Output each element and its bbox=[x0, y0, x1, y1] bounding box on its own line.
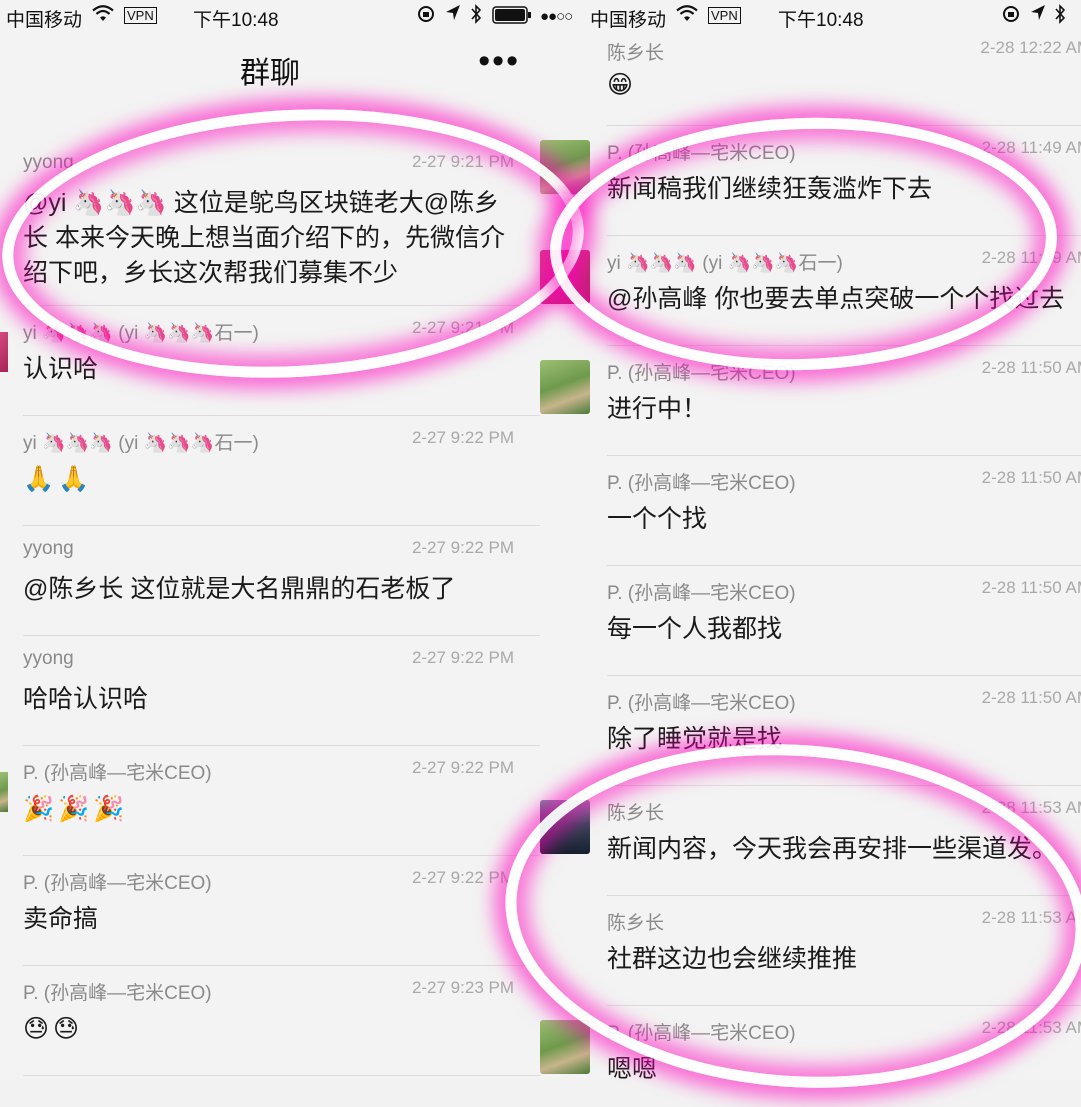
message-text: 😁 bbox=[607, 71, 638, 99]
message-text: 新闻稿我们继续狂轰滥炸下去 bbox=[607, 175, 933, 203]
clock: 下午10:48 bbox=[193, 10, 279, 31]
carrier-label: 中国移动 bbox=[6, 10, 83, 31]
message-sender: P. (孙高峰—宅米CEO) bbox=[607, 143, 796, 164]
message-time: 2-27 9:22 PM bbox=[411, 758, 514, 777]
message-text: 哈哈认识哈 bbox=[23, 685, 149, 713]
divider bbox=[23, 1075, 540, 1076]
message-time: 2-28 11:50 AM bbox=[981, 688, 1081, 707]
wifi-icon bbox=[92, 5, 114, 29]
page-title: 群聊 bbox=[240, 57, 300, 90]
avatar[interactable] bbox=[540, 800, 590, 854]
avatar[interactable] bbox=[540, 250, 590, 304]
message-text: 🙏🙏 bbox=[23, 465, 94, 493]
message-sender: yyong bbox=[23, 648, 74, 669]
message-time: 2-28 11:50 AM bbox=[981, 578, 1081, 597]
message-item[interactable]: P. (孙高峰—宅米CEO) 2-28 11:50 AM 每一个人我都找 bbox=[540, 566, 1081, 676]
message-sender: 陈乡长 bbox=[607, 803, 665, 824]
message-text: 社群这边也会继续推推 bbox=[607, 945, 858, 973]
vpn-badge: VPN bbox=[124, 7, 157, 24]
message-text: 认识哈 bbox=[23, 355, 99, 383]
message-time: 2-28 11:50 AM bbox=[981, 468, 1081, 487]
bluetooth-icon bbox=[470, 4, 482, 30]
message-item[interactable]: P. (孙高峰—宅米CEO) 2-28 11:50 AM 除了睡觉就是找 bbox=[540, 676, 1081, 786]
message-text: @孙高峰 你也要去单点突破一个个找过去 bbox=[607, 285, 1065, 313]
message-text: 卖命搞 bbox=[23, 905, 99, 933]
message-sender: P. (孙高峰—宅米CEO) bbox=[607, 1023, 796, 1044]
message-text: 🎉🎉🎉 bbox=[23, 795, 129, 823]
message-time: 2-28 11:53 AM bbox=[981, 908, 1081, 927]
avatar[interactable] bbox=[540, 1020, 590, 1074]
message-sender: 陈乡长 bbox=[607, 43, 665, 64]
message-sender: P. (孙高峰—宅米CEO) bbox=[607, 583, 796, 604]
message-item[interactable]: P. (孙高峰—宅米CEO) 2-27 9:22 PM 🎉🎉🎉 bbox=[0, 746, 540, 856]
message-item[interactable]: yi 🦄🦄🦄 (yi 🦄🦄🦄石一) 2-27 9:21 PM 认识哈 bbox=[0, 306, 540, 416]
message-time: 2-27 9:23 PM bbox=[411, 978, 514, 997]
message-item[interactable]: yyong 2-27 9:22 PM 哈哈认识哈 bbox=[0, 636, 540, 746]
left-chat-screenshot: 中国移动 VPN 下午10:48 群聊 ••• yyong 2-27 9:21 … bbox=[0, 0, 540, 1079]
more-options-icon[interactable]: ••• bbox=[478, 42, 520, 81]
message-text: 嗯嗯 bbox=[607, 1055, 658, 1079]
lock-rotation-icon bbox=[417, 4, 435, 30]
message-sender: yi 🦄🦄🦄 (yi 🦄🦄🦄石一) bbox=[23, 433, 259, 454]
avatar[interactable] bbox=[540, 360, 590, 414]
avatar[interactable] bbox=[0, 772, 8, 812]
message-time: 2-28 11:50 AM bbox=[981, 358, 1081, 377]
message-sender: P. (孙高峰—宅米CEO) bbox=[23, 873, 212, 894]
message-time: 2-27 9:22 PM bbox=[411, 648, 514, 667]
message-time: 2-27 9:21 PM bbox=[411, 152, 514, 171]
message-sender: 陈乡长 bbox=[607, 913, 665, 934]
message-item[interactable]: yyong 2-27 9:22 PM @陈乡长 这位就是大名鼎鼎的石老板了 bbox=[0, 526, 540, 636]
status-bar: 中国移动 VPN 下午10:48 bbox=[0, 0, 540, 34]
message-item[interactable]: P. (孙高峰—宅米CEO) 2-28 11:49 AM 新闻稿我们继续狂轰滥炸… bbox=[540, 126, 1081, 236]
message-sender: yyong bbox=[23, 538, 74, 559]
message-text: 进行中！ bbox=[607, 395, 708, 423]
message-list: yyong 2-27 9:21 PM @yi 🦄🦄🦄 这位是鸵鸟区块链老大@陈乡… bbox=[0, 140, 540, 1076]
message-sender: P. (孙高峰—宅米CEO) bbox=[23, 763, 212, 784]
message-item[interactable]: yyong 2-27 9:21 PM @yi 🦄🦄🦄 这位是鸵鸟区块链老大@陈乡… bbox=[0, 140, 540, 306]
message-text: 😓😓 bbox=[23, 1015, 84, 1043]
message-time: 2-27 9:22 PM bbox=[411, 538, 514, 557]
message-item[interactable]: 陈乡长 2-28 11:53 AM 社群这边也会继续推推 bbox=[540, 896, 1081, 1006]
message-text: 新闻内容，今天我会再安排一些渠道发。 bbox=[607, 835, 1058, 863]
message-item[interactable]: yi 🦄🦄🦄 (yi 🦄🦄🦄石一) 2-28 11:49 AM @孙高峰 你也要… bbox=[540, 236, 1081, 346]
message-sender: yi 🦄🦄🦄 (yi 🦄🦄🦄石一) bbox=[23, 323, 259, 344]
message-item[interactable]: 陈乡长 2-28 12:22 AM 😁 bbox=[540, 16, 1081, 126]
message-text: 除了睡觉就是找 bbox=[607, 725, 783, 753]
avatar[interactable] bbox=[540, 140, 590, 194]
message-text: 每一个人我都找 bbox=[607, 615, 783, 643]
message-item[interactable]: 陈乡长 2-28 11:53 AM 新闻内容，今天我会再安排一些渠道发。 bbox=[540, 786, 1081, 896]
location-icon bbox=[445, 4, 461, 28]
battery-icon bbox=[492, 6, 532, 30]
message-text: @yi 🦄🦄🦄 这位是鸵鸟区块链老大@陈乡长 本来今天晚上想当面介绍下的，先微信… bbox=[23, 189, 505, 287]
message-item[interactable]: P. (孙高峰—宅米CEO) 2-28 11:53 AM 嗯嗯 bbox=[540, 1006, 1081, 1079]
message-item[interactable]: P. (孙高峰—宅米CEO) 2-28 11:50 AM 一个个找 bbox=[540, 456, 1081, 566]
message-text: 一个个找 bbox=[607, 505, 708, 533]
message-time: 2-27 9:21 PM bbox=[411, 318, 514, 337]
message-sender: yi 🦄🦄🦄 (yi 🦄🦄🦄石一) bbox=[607, 253, 843, 274]
message-time: 2-27 9:22 PM bbox=[411, 428, 514, 447]
message-sender: P. (孙高峰—宅米CEO) bbox=[23, 983, 212, 1004]
avatar[interactable] bbox=[0, 332, 8, 372]
message-time: 2-28 12:22 AM bbox=[980, 38, 1081, 57]
message-sender: P. (孙高峰—宅米CEO) bbox=[607, 473, 796, 494]
nav-bar: 群聊 ••• bbox=[0, 34, 540, 104]
message-time: 2-28 11:53 AM bbox=[981, 1018, 1081, 1037]
message-sender: P. (孙高峰—宅米CEO) bbox=[607, 363, 796, 384]
message-time: 2-27 9:22 PM bbox=[411, 868, 514, 887]
message-text: @陈乡长 这位就是大名鼎鼎的石老板了 bbox=[23, 575, 456, 603]
message-time: 2-28 11:49 AM bbox=[981, 248, 1081, 267]
message-time: 2-28 11:49 AM bbox=[981, 138, 1081, 157]
message-time: 2-28 11:53 AM bbox=[981, 798, 1081, 817]
message-sender: P. (孙高峰—宅米CEO) bbox=[607, 693, 796, 714]
message-item[interactable]: P. (孙高峰—宅米CEO) 2-28 11:50 AM 进行中！ bbox=[540, 346, 1081, 456]
message-item[interactable]: P. (孙高峰—宅米CEO) 2-27 9:23 PM 😓😓 bbox=[0, 966, 540, 1076]
message-sender: yyong bbox=[23, 152, 74, 173]
right-chat-screenshot: ●●○○ 中国移动 VPN 下午10:48 陈乡长 2-28 12:22 AM … bbox=[540, 0, 1081, 1079]
message-list: 陈乡长 2-28 12:22 AM 😁 P. (孙高峰—宅米CEO) 2-28 … bbox=[540, 16, 1081, 1079]
message-item[interactable]: yi 🦄🦄🦄 (yi 🦄🦄🦄石一) 2-27 9:22 PM 🙏🙏 bbox=[0, 416, 540, 526]
message-item[interactable]: P. (孙高峰—宅米CEO) 2-27 9:22 PM 卖命搞 bbox=[0, 856, 540, 966]
